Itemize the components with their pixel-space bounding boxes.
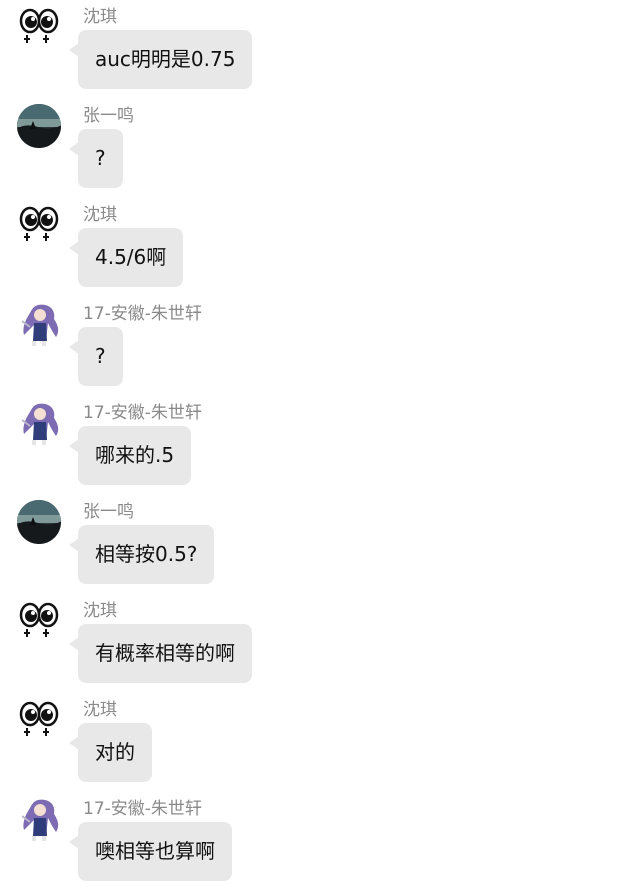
avatar[interactable] [16, 499, 62, 545]
avatar[interactable] [16, 598, 62, 644]
avatar[interactable] [16, 796, 62, 842]
message-bubble[interactable]: 哪来的.5 [68, 426, 192, 485]
chat-message: 17-安徽-朱世轩 ? [0, 301, 636, 400]
cartoon-eyes-icon [19, 701, 59, 736]
message-bubble[interactable]: 有概率相等的啊 [69, 624, 252, 683]
chat-message: 张一鸣 ? [0, 103, 636, 202]
sender-name: 张一鸣 [83, 502, 134, 522]
anime-girl-icon [21, 304, 59, 346]
avatar[interactable] [16, 4, 62, 50]
message-bubble[interactable]: ? [69, 129, 123, 188]
avatar[interactable] [16, 202, 62, 248]
avatar[interactable] [16, 103, 62, 149]
anime-girl-icon [21, 403, 59, 445]
sender-name: 沈琪 [83, 601, 117, 621]
chat-message: 17-安徽-朱世轩 哪来的.5 [0, 400, 636, 499]
cartoon-eyes-icon [19, 8, 59, 43]
chat-message: 沈琪 对的 [0, 697, 636, 796]
sender-name: 17-安徽-朱世轩 [83, 403, 202, 423]
chat-message: 沈琪 auc明明是0.75 [0, 4, 636, 103]
anime-girl-icon [21, 799, 59, 841]
avatar[interactable] [16, 697, 62, 743]
message-bubble[interactable]: 相等按0.5? [68, 525, 215, 584]
chat-message: 17-安徽-朱世轩 噢相等也算啊 [0, 796, 636, 895]
sender-name: 沈琪 [83, 205, 117, 225]
message-bubble[interactable]: 噢相等也算啊 [69, 822, 232, 881]
cartoon-eyes-icon [19, 206, 59, 241]
avatar[interactable] [16, 301, 62, 347]
sender-name: 张一鸣 [83, 106, 134, 126]
message-bubble[interactable]: ? [69, 327, 123, 386]
message-bubble[interactable]: 对的 [69, 723, 152, 782]
message-bubble[interactable]: 4.5/6啊 [68, 228, 184, 287]
chat-message: 沈琪 4.5/6啊 [0, 202, 636, 301]
sender-name: 17-安徽-朱世轩 [83, 304, 202, 324]
dusk-landscape-icon [17, 104, 61, 148]
sender-name: 沈琪 [83, 7, 117, 27]
chat-message: 张一鸣 相等按0.5? [0, 499, 636, 598]
cartoon-eyes-icon [19, 602, 59, 637]
chat-message-list: 沈琪 auc明明是0.75 张一鸣 ? 沈琪 4.5/6啊 17-安徽-朱世轩 … [0, 0, 636, 889]
dusk-landscape-icon [17, 500, 61, 544]
chat-message: 沈琪 有概率相等的啊 [0, 598, 636, 697]
sender-name: 沈琪 [83, 700, 117, 720]
sender-name: 17-安徽-朱世轩 [83, 799, 202, 819]
avatar[interactable] [16, 400, 62, 446]
message-bubble[interactable]: auc明明是0.75 [68, 30, 253, 89]
